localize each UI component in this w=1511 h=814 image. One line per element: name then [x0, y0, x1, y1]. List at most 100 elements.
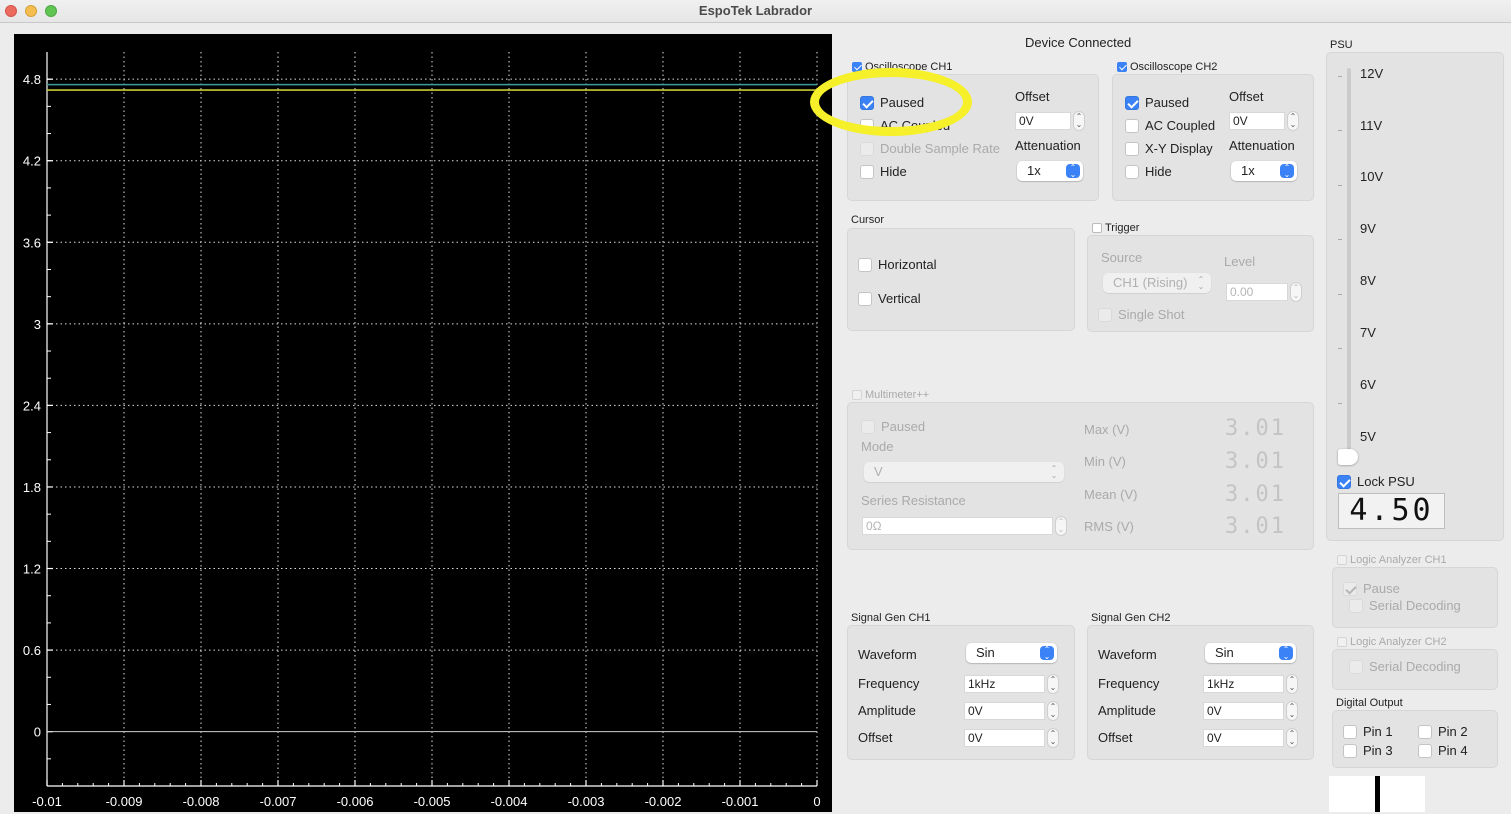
checkbox-label: Serial Decoding	[1369, 598, 1461, 613]
spinbox-value[interactable]: 1kHz	[1203, 675, 1284, 693]
siggen-ch2-frequency-spinbox[interactable]: 1kHz ⌃ ⌄	[1203, 674, 1298, 694]
spinbox-value[interactable]: 0.00	[1226, 283, 1288, 301]
checkbox-label: Vertical	[878, 291, 921, 306]
multimeter-series-resistance-spinbox[interactable]: 0Ω ⌃ ⌄	[862, 516, 1067, 536]
multimeter-title: Multimeter++	[865, 389, 930, 401]
logic-ch1-pause-checkbox[interactable]: Pause	[1343, 581, 1400, 596]
osc-ch2-hide-checkbox[interactable]: Hide	[1125, 164, 1172, 179]
digital-pin2-checkbox[interactable]: Pin 2	[1418, 724, 1468, 739]
siggen-ch2-offset-spinbox[interactable]: 0V ⌃ ⌄	[1203, 728, 1298, 748]
checkbox-box[interactable]	[861, 419, 875, 434]
checkbox-box[interactable]	[1125, 141, 1139, 156]
logic-ch2-serial-decoding-checkbox[interactable]: Serial Decoding	[1349, 659, 1461, 674]
spinbox-value[interactable]: 0V	[1203, 702, 1284, 720]
spinbox-value[interactable]: 0V	[964, 702, 1045, 720]
spinbox-arrows-icon[interactable]: ⌃ ⌄	[1287, 111, 1299, 131]
siggen-ch1-offset-spinbox[interactable]: 0V ⌃ ⌄	[964, 728, 1059, 748]
checkbox-box[interactable]	[860, 164, 874, 179]
trigger-source-select[interactable]: CH1 (Rising) ⌃ ⌄	[1103, 273, 1211, 293]
multimeter-mean-label: Mean (V)	[1084, 487, 1138, 502]
osc-ch1-double-sample-rate-checkbox[interactable]: Double Sample Rate	[860, 141, 1000, 156]
psu-tick	[1338, 130, 1342, 131]
osc-ch2-xy-display-checkbox[interactable]: X-Y Display	[1125, 141, 1213, 156]
osc-ch2-attenuation-select[interactable]: 1x ⌃ ⌄	[1231, 161, 1297, 181]
osc-ch1-offset-spinbox[interactable]: 0V ⌃ ⌄	[1015, 111, 1085, 131]
siggen-ch1-waveform-select[interactable]: Sin ⌃ ⌄	[966, 643, 1057, 663]
spinbox-value[interactable]: 0V	[964, 729, 1045, 747]
siggen-ch1-frequency-spinbox[interactable]: 1kHz ⌃ ⌄	[964, 674, 1059, 694]
checkbox-box[interactable]	[860, 141, 874, 156]
osc-ch1-enable-checkbox[interactable]	[852, 62, 862, 72]
checkbox-box[interactable]	[1349, 659, 1363, 674]
digital-pin1-checkbox[interactable]: Pin 1	[1343, 724, 1393, 739]
checkbox-box[interactable]	[858, 257, 872, 272]
checkbox-box[interactable]	[1349, 598, 1363, 613]
psu-scale-label: 11V	[1360, 118, 1383, 133]
checkbox-box[interactable]	[860, 95, 874, 110]
spinbox-arrows-icon[interactable]: ⌃ ⌄	[1055, 516, 1067, 536]
multimeter-series-resistance-label: Series Resistance	[861, 493, 966, 508]
osc-ch1-attenuation-select[interactable]: 1x ⌃ ⌄	[1017, 161, 1083, 181]
siggen-ch1-title: Signal Gen CH1	[851, 612, 931, 624]
trigger-level-spinbox[interactable]: 0.00 ⌃ ⌄	[1226, 282, 1302, 302]
checkbox-box[interactable]	[1337, 474, 1351, 489]
checkbox-box[interactable]	[1418, 743, 1432, 758]
cursor-horizontal-checkbox[interactable]: Horizontal	[858, 257, 937, 272]
spinbox-value[interactable]: 0Ω	[862, 517, 1053, 535]
checkbox-box[interactable]	[1418, 724, 1432, 739]
spinbox-value[interactable]: 0V	[1229, 112, 1285, 130]
trigger-single-shot-checkbox[interactable]: Single Shot	[1098, 307, 1185, 322]
spinbox-arrows-icon[interactable]: ⌃ ⌄	[1073, 111, 1085, 131]
osc-ch2-offset-spinbox[interactable]: 0V ⌃ ⌄	[1229, 111, 1299, 131]
checkbox-box[interactable]	[1125, 164, 1139, 179]
spinbox-value[interactable]: 0V	[1203, 729, 1284, 747]
spinbox-arrows-icon[interactable]: ⌃ ⌄	[1047, 728, 1059, 748]
psu-voltage-slider[interactable]	[1347, 68, 1351, 460]
x-tick-label: 0	[813, 794, 820, 809]
trigger-enable-checkbox[interactable]	[1092, 223, 1102, 233]
siggen-ch2-waveform-select[interactable]: Sin ⌃ ⌄	[1205, 643, 1296, 663]
checkbox-box[interactable]	[1343, 581, 1357, 596]
osc-ch1-paused-checkbox[interactable]: Paused	[860, 95, 924, 110]
osc-ch2-ac-coupled-checkbox[interactable]: AC Coupled	[1125, 118, 1215, 133]
spinbox-arrows-icon[interactable]: ⌃ ⌄	[1290, 282, 1302, 302]
osc-ch1-hide-checkbox[interactable]: Hide	[860, 164, 907, 179]
oscilloscope-plot[interactable]: -0.01 -0.009 -0.008 -0.007 -0.006 -0.005 -0.00…	[14, 34, 832, 812]
spinbox-arrows-icon[interactable]: ⌃ ⌄	[1047, 701, 1059, 721]
osc-ch2-enable-checkbox[interactable]	[1117, 62, 1127, 72]
psu-slider-handle[interactable]	[1338, 449, 1358, 465]
multimeter-enable-checkbox[interactable]	[852, 390, 862, 400]
spinbox-value[interactable]: 1kHz	[964, 675, 1045, 693]
digital-pin3-checkbox[interactable]: Pin 3	[1343, 743, 1393, 758]
logic-ch1-serial-decoding-checkbox[interactable]: Serial Decoding	[1349, 598, 1461, 613]
checkbox-box[interactable]	[860, 118, 874, 133]
psu-scale-label: 10V	[1360, 169, 1384, 184]
select-chevron-icon: ⌃ ⌄	[1279, 646, 1293, 661]
siggen-ch1-amplitude-spinbox[interactable]: 0V ⌃ ⌄	[964, 701, 1059, 721]
multimeter-mode-select[interactable]: V ⌃ ⌄	[864, 462, 1064, 482]
osc-ch1-ac-coupled-checkbox[interactable]: AC Coupled	[860, 118, 950, 133]
checkbox-box[interactable]	[858, 291, 872, 306]
multimeter-paused-checkbox[interactable]: Paused	[861, 419, 925, 434]
spinbox-arrows-icon[interactable]: ⌃ ⌄	[1286, 674, 1298, 694]
digital-pin4-checkbox[interactable]: Pin 4	[1418, 743, 1468, 758]
spinbox-arrows-icon[interactable]: ⌃ ⌄	[1286, 701, 1298, 721]
checkbox-box[interactable]	[1098, 307, 1112, 322]
checkbox-box[interactable]	[1343, 724, 1357, 739]
spinbox-value[interactable]: 0V	[1015, 112, 1071, 130]
spinbox-arrows-icon[interactable]: ⌃ ⌄	[1047, 674, 1059, 694]
spinbox-arrows-icon[interactable]: ⌃ ⌄	[1286, 728, 1298, 748]
logic-ch2-group-header: Logic Analyzer CH2	[1337, 636, 1447, 648]
lock-psu-checkbox[interactable]: Lock PSU	[1337, 474, 1415, 489]
logic-ch1-enable-checkbox[interactable]	[1337, 555, 1347, 565]
select-chevron-icon: ⌃ ⌄	[1066, 164, 1080, 179]
cursor-vertical-checkbox[interactable]: Vertical	[858, 291, 921, 306]
checkbox-box[interactable]	[1125, 95, 1139, 110]
checkbox-box[interactable]	[1125, 118, 1139, 133]
select-value: CH1 (Rising)	[1113, 275, 1188, 290]
siggen-ch2-amplitude-spinbox[interactable]: 0V ⌃ ⌄	[1203, 701, 1298, 721]
logic-ch2-enable-checkbox[interactable]	[1337, 637, 1347, 647]
siggen-ch1-waveform-label: Waveform	[858, 647, 917, 662]
osc-ch2-paused-checkbox[interactable]: Paused	[1125, 95, 1189, 110]
checkbox-box[interactable]	[1343, 743, 1357, 758]
